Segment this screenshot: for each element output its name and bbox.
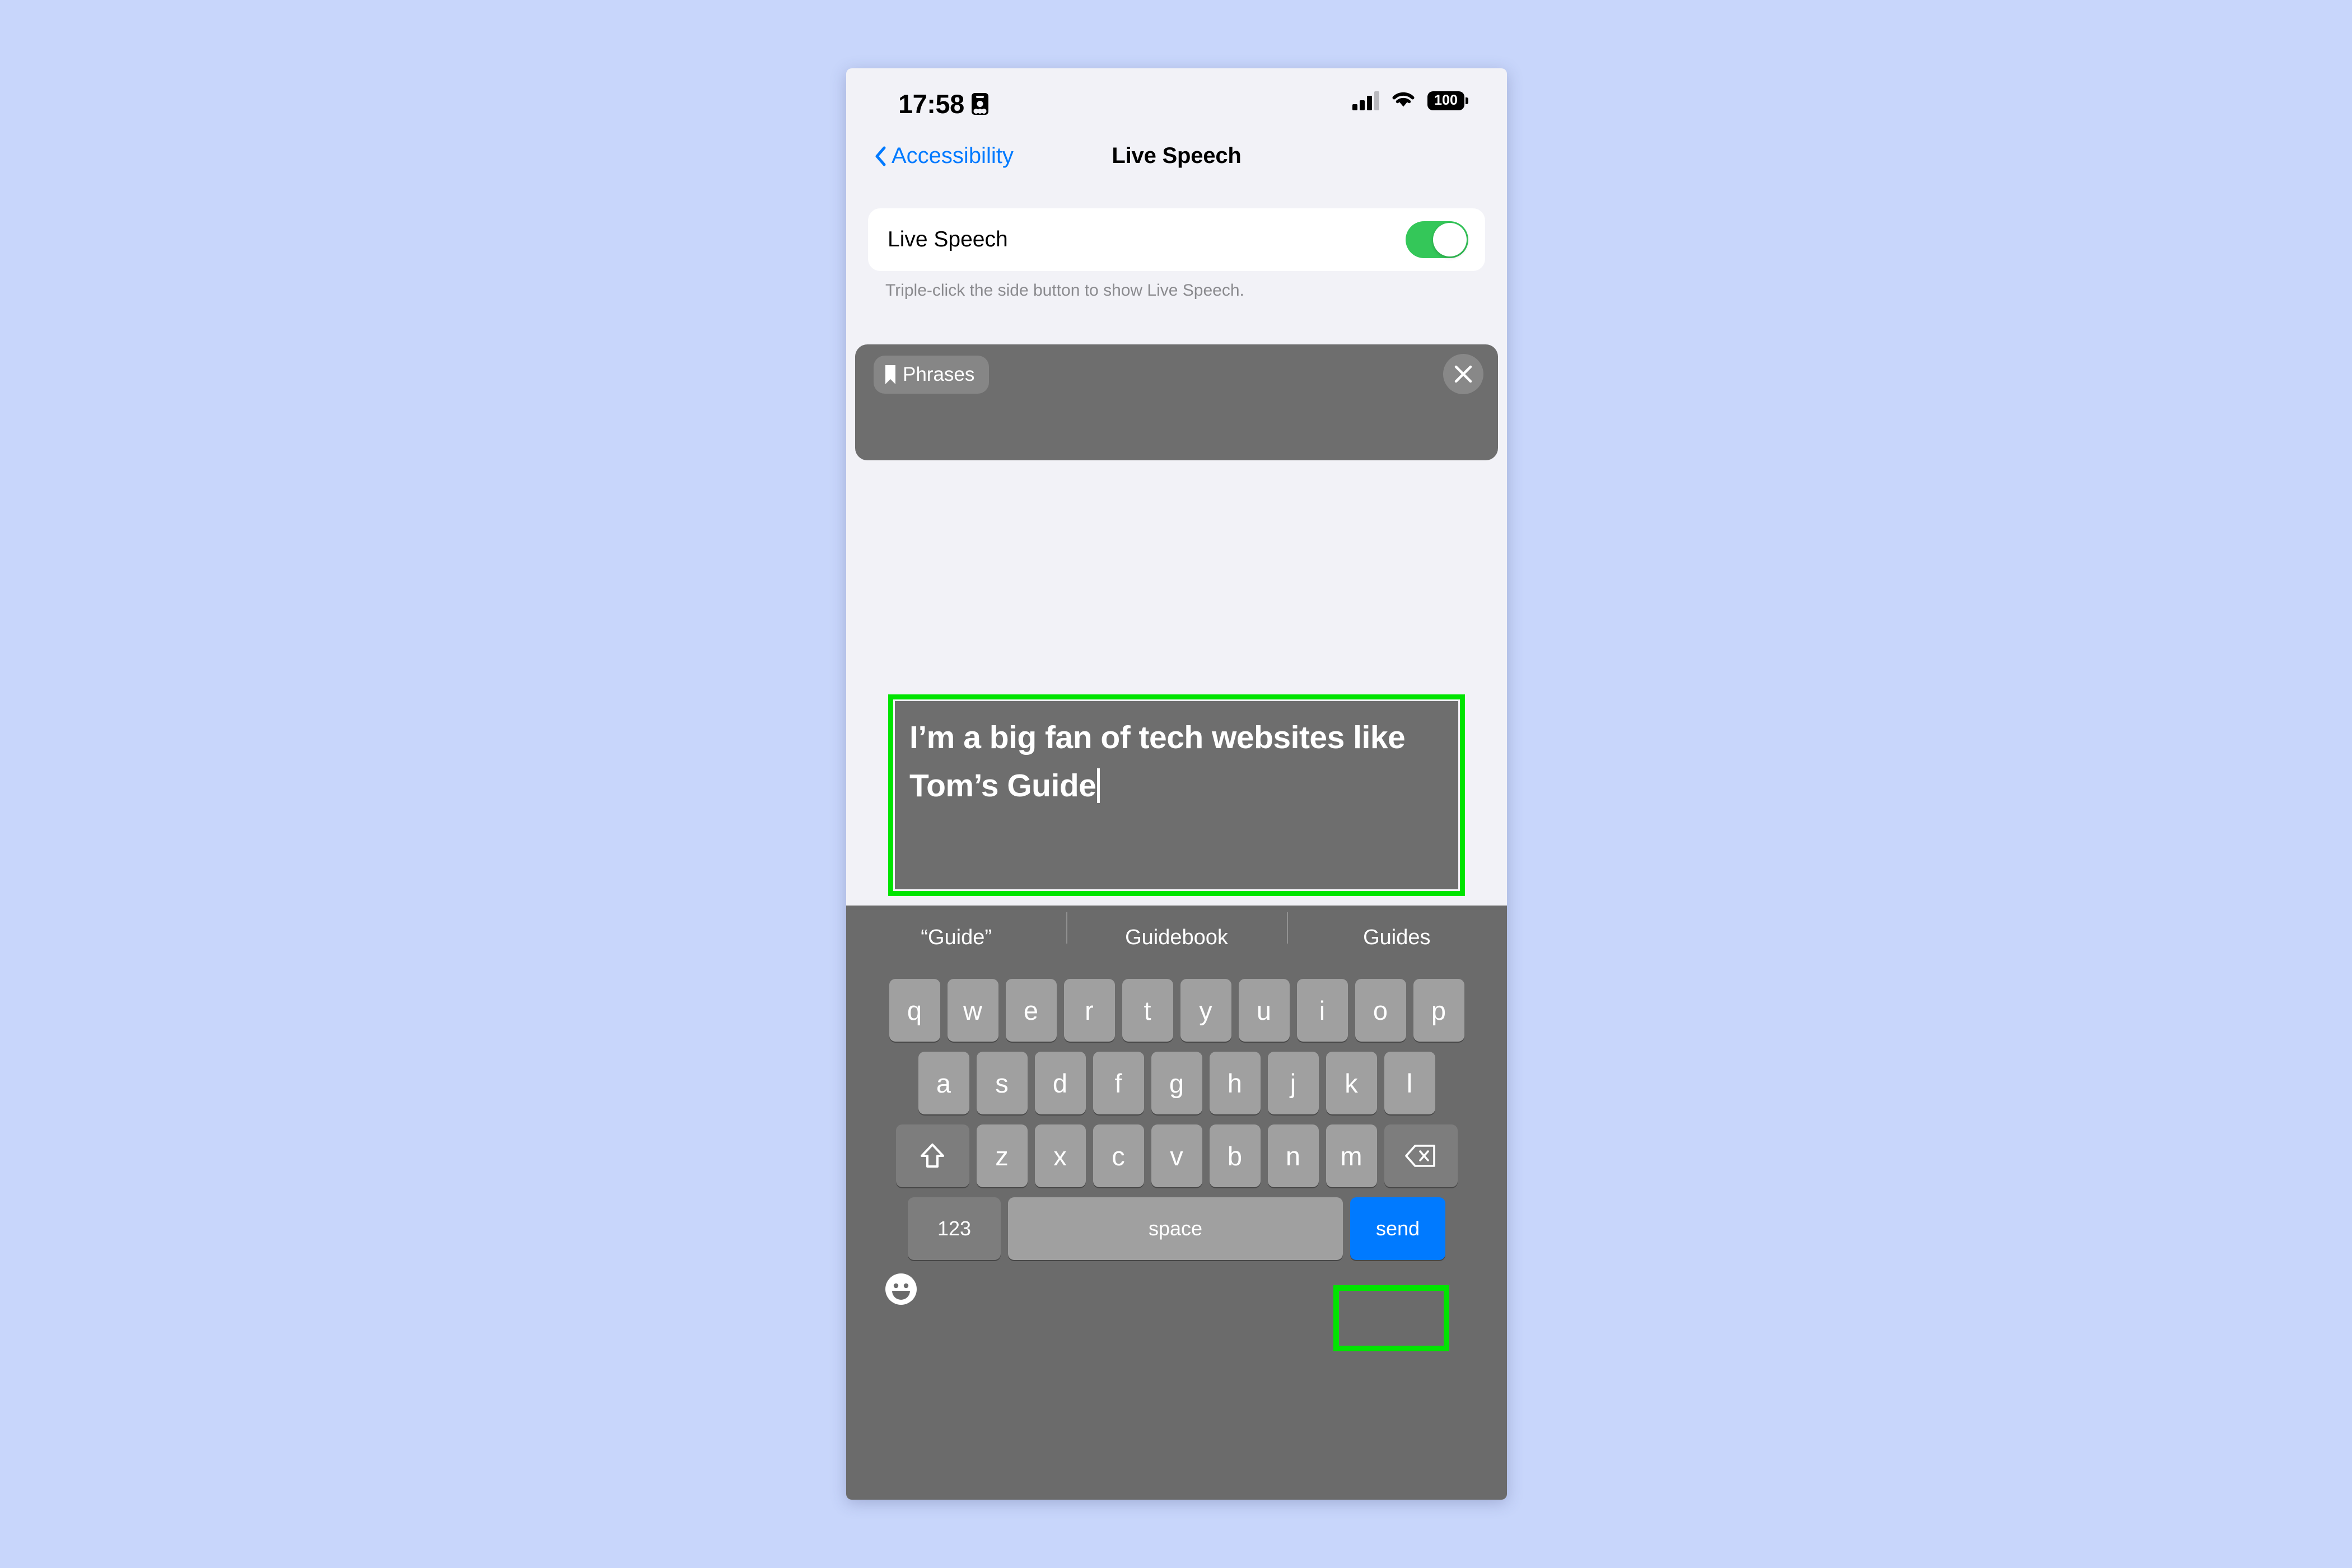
- prediction-bar: “Guide” Guidebook Guides: [846, 906, 1507, 969]
- status-indicators: 100: [1352, 90, 1468, 111]
- key-j[interactable]: j: [1267, 1052, 1319, 1114]
- key-h[interactable]: h: [1209, 1052, 1261, 1114]
- toggle-knob: [1433, 223, 1467, 256]
- phrases-button-label: Phrases: [903, 363, 975, 385]
- key-z[interactable]: z: [976, 1124, 1028, 1187]
- text-field-highlight-box: [888, 694, 1465, 896]
- shift-icon: [921, 1144, 944, 1168]
- prediction-candidate-3[interactable]: Guides: [1286, 912, 1507, 950]
- key-i[interactable]: i: [1296, 979, 1348, 1042]
- key-x[interactable]: x: [1034, 1124, 1086, 1187]
- key-y[interactable]: y: [1180, 979, 1231, 1042]
- key-w[interactable]: w: [947, 979, 998, 1042]
- key-k[interactable]: k: [1326, 1052, 1377, 1114]
- page-title: Live Speech: [1112, 143, 1242, 168]
- contact-badge-icon: [971, 93, 988, 115]
- send-key[interactable]: send: [1350, 1197, 1445, 1260]
- wifi-icon: [1390, 90, 1416, 111]
- key-g[interactable]: g: [1151, 1052, 1202, 1114]
- keyboard-row-1: q w e r t y u i o p: [846, 977, 1507, 1043]
- emoji-key[interactable]: [884, 1272, 918, 1306]
- key-s[interactable]: s: [976, 1052, 1028, 1114]
- status-time-group: 17:58: [898, 88, 988, 119]
- live-speech-footnote: Triple-click the side button to show Liv…: [885, 281, 1244, 300]
- status-bar: 17:58 100: [846, 68, 1507, 136]
- key-l[interactable]: l: [1384, 1052, 1435, 1114]
- key-f[interactable]: f: [1093, 1052, 1144, 1114]
- key-n[interactable]: n: [1267, 1124, 1319, 1187]
- key-b[interactable]: b: [1209, 1124, 1261, 1187]
- numbers-key[interactable]: 123: [908, 1197, 1001, 1260]
- keyboard-row-3: z x c v b n m: [846, 1123, 1507, 1189]
- on-screen-keyboard: “Guide” Guidebook Guides q w e r t y u i…: [846, 906, 1507, 1500]
- emoji-smiley-icon: [885, 1273, 917, 1305]
- prediction-candidate-1[interactable]: “Guide”: [846, 926, 1066, 950]
- keyboard-row-2: a s d f g h j k l: [846, 1050, 1507, 1116]
- battery-icon: 100: [1427, 91, 1468, 110]
- shift-key[interactable]: [895, 1124, 969, 1187]
- key-u[interactable]: u: [1238, 979, 1290, 1042]
- key-v[interactable]: v: [1151, 1124, 1202, 1187]
- live-speech-label: Live Speech: [888, 227, 1008, 251]
- bookmark-icon: [885, 365, 895, 384]
- space-key[interactable]: space: [1008, 1197, 1343, 1260]
- key-e[interactable]: e: [1005, 979, 1057, 1042]
- key-m[interactable]: m: [1326, 1124, 1377, 1187]
- key-a[interactable]: a: [918, 1052, 969, 1114]
- keyboard-row-4: 123 space send: [846, 1196, 1507, 1262]
- key-p[interactable]: p: [1413, 979, 1464, 1042]
- key-c[interactable]: c: [1093, 1124, 1144, 1187]
- key-t[interactable]: t: [1122, 979, 1173, 1042]
- close-icon: [1454, 365, 1472, 383]
- live-speech-overlay-panel: Phrases: [855, 344, 1498, 460]
- backspace-key[interactable]: [1384, 1124, 1458, 1187]
- status-time: 17:58: [898, 89, 964, 119]
- live-speech-toggle[interactable]: [1406, 221, 1468, 258]
- backspace-icon: [1405, 1145, 1435, 1167]
- close-button[interactable]: [1443, 354, 1483, 394]
- key-d[interactable]: d: [1034, 1052, 1086, 1114]
- key-o[interactable]: o: [1355, 979, 1406, 1042]
- key-r[interactable]: r: [1063, 979, 1115, 1042]
- live-speech-row: Live Speech: [868, 208, 1485, 271]
- key-q[interactable]: q: [889, 979, 940, 1042]
- navigation-bar: Accessibility Live Speech: [846, 136, 1507, 183]
- cellular-signal-icon: [1352, 91, 1379, 110]
- phrases-button[interactable]: Phrases: [874, 356, 990, 394]
- battery-level: 100: [1434, 92, 1458, 108]
- prediction-candidate-2[interactable]: Guidebook: [1066, 912, 1286, 950]
